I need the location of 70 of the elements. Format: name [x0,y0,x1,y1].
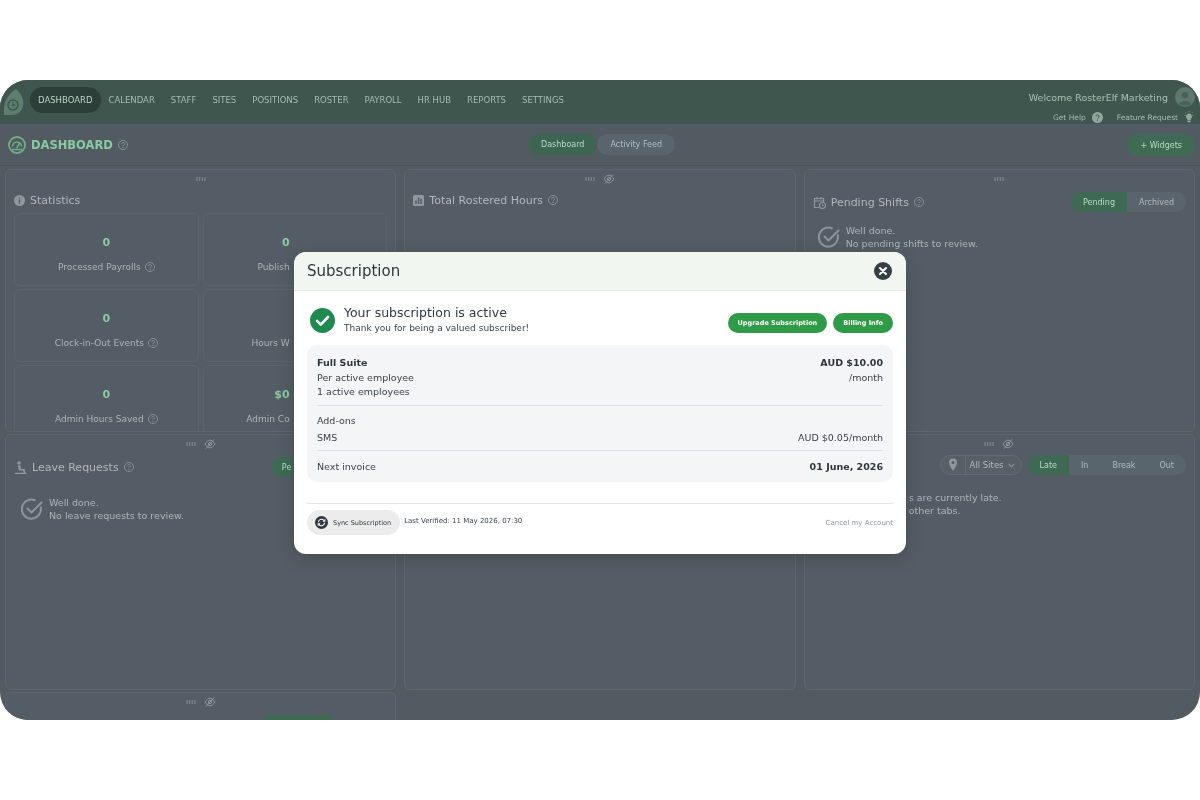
plan-name: Full Suite [317,356,369,370]
invoice-label: Next invoice [317,460,376,474]
seated-person-icon [14,460,27,474]
addon-price: AUD $0.05/month [797,431,883,445]
stat-label: Processed Payrolls [57,261,141,273]
stat-value: 0 [102,388,111,401]
bar-chart-icon [413,194,425,206]
widget-title: Leave Requests [32,460,119,474]
nav-tab[interactable]: PAYROLL [356,87,410,113]
nav-tab[interactable]: STAFF [162,87,205,113]
filter-tab[interactable]: Pending [1071,192,1127,212]
nav-tab[interactable]: HR HUB [409,87,460,113]
filter-tab[interactable]: Archived [1127,192,1186,212]
stat-label: Hours W [251,337,290,349]
widget-title: Total Rostered Hours [429,193,543,207]
filter-tab[interactable]: In [1069,455,1101,475]
calendar-clock-icon [812,195,826,209]
welcome-text: Welcome RosterElf Marketing [1028,91,1168,103]
nav-tab[interactable]: DASHBOARD [30,87,101,113]
info-icon [14,194,25,206]
plan-period: /month [848,371,883,384]
stat-label: Admin Co [246,413,290,425]
add-widgets-button[interactable]: + Widgets [1127,134,1195,157]
close-icon[interactable] [874,262,892,280]
stat-label: Publish [257,261,290,273]
view-tab[interactable]: Dashboard [528,134,598,155]
nav-tab[interactable]: ROSTER [306,87,357,113]
filter-tab[interactable]: Pe [271,457,293,477]
widget-title: Statistics [30,193,81,207]
dialog-title: Subscription [307,262,401,280]
check-circle-icon [21,498,43,520]
sync-icon [315,516,328,529]
check-circle-icon [310,307,335,333]
plan-price: AUD $10.00 [820,356,883,370]
plan-detail: 1 active employees [317,385,411,399]
stat-value: 0 [102,312,111,325]
stat-label: Admin Hours Saved [55,413,144,425]
plan-detail: Per active employee [317,371,414,385]
invoice-date: 01 June, 2026 [809,460,883,474]
lightbulb-icon [1184,111,1194,123]
message-text: other tabs. [908,504,962,517]
stat-value: $0 [274,388,290,401]
message-text: Well done. [845,224,897,237]
filter-tab[interactable]: Late [1027,455,1069,475]
nav-tab[interactable]: REPORTS [459,87,514,113]
filter-tab[interactable]: Out [1147,455,1186,475]
site-dropdown[interactable]: All Sites [939,455,1022,475]
avatar-icon [1175,87,1195,107]
addon-name: SMS [317,431,338,445]
stat-value: 0 [282,236,290,249]
message-text: Well done. [49,496,100,509]
check-circle-icon [817,226,840,248]
message-text: No leave requests to review. [49,509,184,522]
gauge-icon [8,135,26,154]
nav-tab[interactable]: CALENDAR [100,87,163,113]
status-text: Thank you for being a valued subscriber! [344,322,530,335]
status-heading: Your subscription is active [344,305,508,321]
section-label: Add-ons [317,414,356,428]
message-text: No pending shifts to review. [845,237,978,250]
chevron-down-icon [1007,462,1015,468]
filter-tab[interactable]: Break [1100,455,1148,475]
nav-tab[interactable]: POSITIONS [244,87,307,113]
message-text: s are currently late. [908,491,1002,504]
view-tab[interactable]: Activity Feed [597,134,675,155]
stat-value: 0 [102,236,111,249]
widget-title: Pending Shifts [830,195,909,209]
nav-tab[interactable]: SITES [204,87,245,113]
stat-label: Clock-in-Out Events [54,337,144,349]
nav-tab[interactable]: SETTINGS [514,87,572,113]
page-title: DASHBOARD [31,137,113,152]
